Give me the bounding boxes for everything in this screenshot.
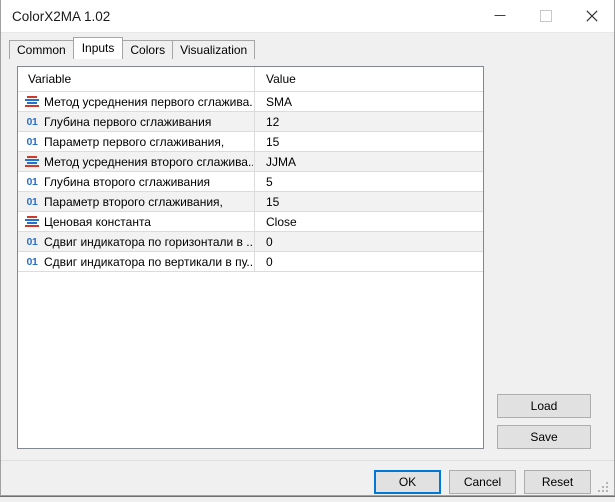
maximize-icon — [523, 0, 569, 31]
table-row[interactable]: 01 Параметр первого сглаживания, 15 — [18, 132, 483, 152]
value-label: SMA — [266, 95, 293, 109]
variable-cell: Метод усреднения первого сглажива... — [18, 92, 253, 111]
table-row[interactable]: 01 Глубина первого сглаживания 12 — [18, 112, 483, 132]
value-label: 15 — [266, 135, 280, 149]
close-icon — [569, 0, 614, 31]
tab-visualization[interactable]: Visualization — [172, 40, 256, 59]
column-header-value: Value — [254, 67, 483, 91]
variable-label: Параметр первого сглаживания, — [44, 135, 225, 149]
title-bar: ColorX2MA 1.02 — [1, 0, 614, 33]
tab-common[interactable]: Common — [9, 40, 74, 59]
table-row[interactable]: Ценовая константа Close — [18, 212, 483, 232]
variable-label: Сдвиг индикатора по вертикали в пу... — [44, 255, 253, 269]
value-label: 12 — [266, 115, 280, 129]
variable-label: Сдвиг индикатора по горизонтали в ... — [44, 235, 253, 249]
value-cell[interactable]: 15 — [254, 132, 483, 151]
minimize-icon — [477, 0, 523, 31]
window-bottom-edge — [0, 496, 615, 502]
cancel-button[interactable]: Cancel — [449, 470, 516, 494]
integer-icon: 01 — [26, 256, 38, 268]
table-row[interactable]: Метод усреднения первого сглажива... SMA — [18, 92, 483, 112]
column-header-label: Variable — [28, 72, 72, 86]
dialog-window: ColorX2MA 1.02 Common Inputs Colors Visuali… — [0, 0, 615, 496]
integer-icon: 01 — [26, 136, 38, 148]
value-cell[interactable]: 0 — [254, 252, 483, 271]
table-row[interactable]: 01 Глубина второго сглаживания 5 — [18, 172, 483, 192]
ok-button[interactable]: OK — [374, 470, 441, 494]
value-cell[interactable]: 0 — [254, 232, 483, 251]
table-row[interactable]: 01 Сдвиг индикатора по горизонтали в ... 0 — [18, 232, 483, 252]
value-label: 0 — [266, 235, 273, 249]
variable-label: Глубина второго сглаживания — [44, 175, 211, 189]
value-cell[interactable]: 12 — [254, 112, 483, 131]
variable-cell: 01 Глубина второго сглаживания — [18, 172, 253, 191]
tab-colors[interactable]: Colors — [122, 40, 174, 59]
integer-icon: 01 — [26, 196, 38, 208]
maximize-button[interactable] — [523, 0, 569, 31]
variable-cell: Ценовая константа — [18, 212, 253, 231]
integer-icon: 01 — [26, 116, 38, 128]
reset-button[interactable]: Reset — [524, 470, 591, 494]
column-header-variable: Variable — [18, 67, 253, 91]
table-row[interactable]: 01 Сдвиг индикатора по вертикали в пу... 0 — [18, 252, 483, 272]
variable-label: Параметр второго сглаживания, — [44, 195, 223, 209]
minimize-button[interactable] — [477, 0, 523, 31]
load-button[interactable]: Load — [497, 394, 591, 418]
variable-cell: 01 Сдвиг индикатора по горизонтали в ... — [18, 232, 253, 251]
table-row[interactable]: Метод усреднения второго сглажива... JJMA — [18, 152, 483, 172]
variable-cell: 01 Сдвиг индикатора по вертикали в пу... — [18, 252, 253, 271]
inputs-table[interactable]: Variable Value Метод усреднения первого сг… — [17, 66, 484, 449]
value-label: 0 — [266, 255, 273, 269]
value-cell[interactable]: 15 — [254, 192, 483, 211]
value-cell[interactable]: SMA — [254, 92, 483, 111]
value-label: JJMA — [266, 155, 296, 169]
value-cell[interactable]: Close — [254, 212, 483, 231]
value-cell[interactable]: JJMA — [254, 152, 483, 171]
variable-cell: Метод усреднения второго сглажива... — [18, 152, 253, 171]
table-row[interactable]: 01 Параметр второго сглаживания, 15 — [18, 192, 483, 212]
value-label: 15 — [266, 195, 280, 209]
variable-label: Метод усреднения второго сглажива... — [44, 155, 253, 169]
value-label: 5 — [266, 175, 273, 189]
variable-cell: 01 Параметр второго сглаживания, — [18, 192, 253, 211]
variable-cell: 01 Глубина первого сглаживания — [18, 112, 253, 131]
variable-label: Глубина первого сглаживания — [44, 115, 212, 129]
footer-separator — [1, 460, 614, 461]
tab-bar: Common Inputs Colors Visualization — [9, 37, 256, 59]
value-cell[interactable]: 5 — [254, 172, 483, 191]
variable-label: Метод усреднения первого сглажива... — [44, 95, 253, 109]
close-button[interactable] — [569, 0, 614, 31]
window-title: ColorX2MA 1.02 — [12, 9, 111, 24]
tab-inputs[interactable]: Inputs — [72, 37, 124, 59]
resize-grip[interactable] — [598, 482, 609, 493]
save-button[interactable]: Save — [497, 425, 591, 449]
integer-icon: 01 — [26, 236, 38, 248]
table-header-row: Variable Value — [18, 67, 483, 92]
variable-cell: 01 Параметр первого сглаживания, — [18, 132, 253, 151]
column-header-label: Value — [266, 72, 296, 86]
variable-label: Ценовая константа — [44, 215, 151, 229]
integer-icon: 01 — [26, 176, 38, 188]
value-label: Close — [266, 215, 297, 229]
